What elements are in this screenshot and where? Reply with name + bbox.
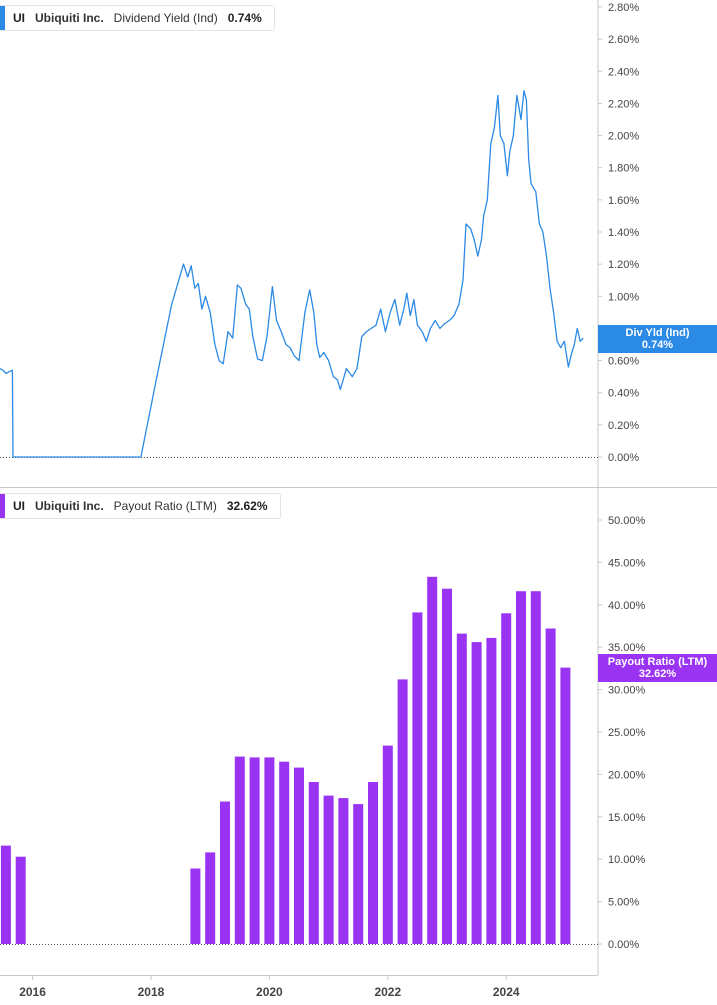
legend-series: Payout Ratio (LTM) bbox=[113, 499, 217, 513]
y-tick-label: 2.20% bbox=[608, 98, 639, 110]
legend-value: 0.74% bbox=[227, 11, 262, 25]
payout-bar bbox=[456, 633, 467, 944]
payout-value-tag: Payout Ratio (LTM) 32.62% bbox=[598, 654, 717, 682]
legend-yield: UI Ubiquiti Inc. Dividend Yield (Ind) 0.… bbox=[0, 5, 275, 31]
y-tick-label: 10.00% bbox=[608, 854, 646, 866]
y-tick-label: 1.80% bbox=[608, 163, 639, 175]
y-tick-label: 15.00% bbox=[608, 812, 646, 824]
payout-bar bbox=[323, 795, 334, 944]
legend-company: Ubiquiti Inc. bbox=[35, 499, 104, 513]
payout-bar bbox=[15, 856, 26, 944]
legend-series: Dividend Yield (Ind) bbox=[113, 11, 218, 25]
payout-bar bbox=[249, 757, 260, 944]
y-tick-label: 1.60% bbox=[608, 195, 639, 207]
x-tick-label: 2016 bbox=[19, 985, 46, 999]
payout-bar bbox=[368, 782, 378, 944]
legend-company: Ubiquiti Inc. bbox=[35, 11, 104, 25]
y-tick-label: 0.00% bbox=[608, 452, 639, 464]
y-tick-label: 1.00% bbox=[608, 291, 639, 303]
y-tick-label: 40.00% bbox=[608, 600, 646, 612]
y-tick-label: 50.00% bbox=[608, 515, 646, 527]
legend-value: 32.62% bbox=[226, 499, 268, 513]
y-tick-label: 30.00% bbox=[608, 685, 646, 697]
y-tick-label: 0.20% bbox=[608, 420, 639, 432]
payout-bar bbox=[382, 745, 393, 944]
x-tick-label: 2022 bbox=[374, 985, 401, 999]
dividend-yield-line bbox=[0, 89, 584, 458]
payout-bar bbox=[545, 628, 556, 944]
payout-bar bbox=[412, 612, 423, 944]
y-tick-label: 35.00% bbox=[608, 642, 646, 654]
legend-payout-swatch bbox=[0, 494, 5, 518]
payout-bar bbox=[294, 767, 304, 944]
y-tick-label: 0.40% bbox=[608, 388, 639, 400]
payout-bar bbox=[397, 679, 408, 944]
y-tick-label: 0.00% bbox=[608, 939, 639, 951]
payout-bar bbox=[234, 756, 245, 944]
y-tick-label: 0.60% bbox=[608, 356, 639, 368]
yield-value-tag: Div Yld (Ind) 0.74% bbox=[598, 325, 717, 353]
payout-bar bbox=[501, 613, 512, 944]
x-tick-label: 2020 bbox=[256, 985, 283, 999]
y-tick-label: 2.60% bbox=[608, 34, 639, 46]
x-tick-label: 2018 bbox=[138, 985, 165, 999]
payout-bar bbox=[486, 637, 497, 944]
y-tick-label: 45.00% bbox=[608, 557, 646, 569]
payout-bar bbox=[279, 761, 290, 944]
y-tick-label: 2.00% bbox=[608, 131, 639, 143]
payout-bar bbox=[516, 591, 526, 944]
payout-bar bbox=[471, 642, 482, 944]
payout-bar bbox=[190, 868, 201, 944]
payout-bar bbox=[264, 757, 275, 944]
payout-bar bbox=[427, 576, 438, 944]
y-tick-label: 1.20% bbox=[608, 259, 639, 271]
y-tick-label: 1.40% bbox=[608, 227, 639, 239]
payout-bar bbox=[442, 588, 452, 944]
payout-bar bbox=[0, 845, 11, 944]
payout-bar bbox=[308, 782, 319, 944]
yield-tag-value: 0.74% bbox=[641, 339, 674, 351]
payout-tag-label: Payout Ratio (LTM) bbox=[607, 656, 708, 668]
y-tick-label: 2.40% bbox=[608, 66, 639, 78]
payout-tag-value: 32.62% bbox=[638, 668, 677, 680]
x-tick-label: 2024 bbox=[493, 985, 520, 999]
y-tick-label: 20.00% bbox=[608, 769, 646, 781]
yield-tag-label: Div Yld (Ind) bbox=[625, 327, 690, 339]
legend-payout: UI Ubiquiti Inc. Payout Ratio (LTM) 32.6… bbox=[0, 493, 281, 519]
payout-bar bbox=[353, 804, 364, 944]
legend-yield-swatch bbox=[0, 6, 5, 30]
y-tick-label: 2.80% bbox=[608, 2, 639, 14]
y-tick-label: 25.00% bbox=[608, 727, 646, 739]
payout-bar bbox=[338, 798, 349, 944]
payout-bar bbox=[220, 801, 230, 944]
payout-bar bbox=[560, 667, 571, 944]
legend-ticker: UI bbox=[13, 11, 25, 25]
legend-ticker: UI bbox=[13, 499, 25, 513]
payout-bar bbox=[205, 852, 216, 944]
payout-bar bbox=[530, 591, 541, 944]
y-tick-label: 5.00% bbox=[608, 897, 639, 909]
